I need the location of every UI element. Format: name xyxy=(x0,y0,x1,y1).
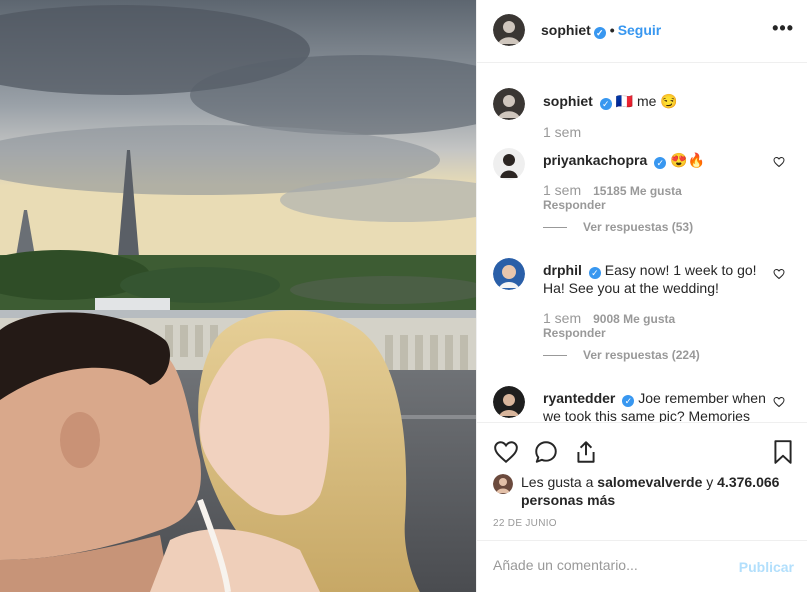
commenter-username[interactable]: priyankachopra xyxy=(543,152,647,168)
like-comment-icon[interactable] xyxy=(773,396,785,408)
liker-avatar[interactable] xyxy=(493,474,513,494)
comment-bubble-icon[interactable] xyxy=(533,439,559,465)
verified-badge-icon: ✓ xyxy=(593,27,606,39)
caption: sophiet ✓ 🇫🇷 me 😏 1 sem xyxy=(493,88,793,148)
publish-button[interactable]: Publicar xyxy=(739,559,794,575)
add-comment-bar: Publicar xyxy=(477,540,807,592)
view-replies-button[interactable]: Ver respuestas (53) xyxy=(583,220,693,234)
author-username[interactable]: sophiet xyxy=(541,22,591,38)
separator-dot: • xyxy=(609,22,615,38)
comment-time[interactable]: 1 sem xyxy=(543,310,581,326)
replies-line xyxy=(543,355,567,357)
share-icon[interactable] xyxy=(573,439,599,465)
post-header: sophiet ✓ • Seguir ••• xyxy=(477,0,807,63)
caption-avatar[interactable] xyxy=(493,88,525,120)
comment-likes[interactable]: 15185 Me gusta xyxy=(593,184,682,198)
comment-input[interactable] xyxy=(493,557,723,573)
post-photo-image xyxy=(0,0,476,592)
post-date[interactable]: 22 DE JUNIO xyxy=(493,518,557,529)
post-modal: sophiet ✓ • Seguir ••• sophiet ✓ 🇫🇷 me 😏 1 s… xyxy=(0,0,807,592)
verified-badge-icon: ✓ xyxy=(622,395,635,407)
bookmark-save-icon[interactable] xyxy=(770,439,796,465)
comment-item: drphil ✓ Easy now! 1 week to go! Ha! See … xyxy=(493,258,793,368)
comment-text: 😍🔥 xyxy=(670,152,706,168)
comments-list[interactable]: sophiet ✓ 🇫🇷 me 😏 1 sem priyankachopra ✓ 😍… xyxy=(477,64,807,422)
commenter-username[interactable]: ryantedder xyxy=(543,390,615,406)
replies-line xyxy=(543,227,567,229)
commenter-avatar[interactable] xyxy=(493,386,525,418)
reply-button[interactable]: Responder xyxy=(543,326,606,340)
like-comment-icon[interactable] xyxy=(773,268,785,280)
follow-button[interactable]: Seguir xyxy=(618,22,662,38)
verified-badge-icon: ✓ xyxy=(588,267,601,279)
post-actions: Les gusta a salomevalverde y 4.376.066 p… xyxy=(477,422,807,540)
verified-badge-icon: ✓ xyxy=(654,157,667,169)
first-liker-username[interactable]: salomevalverde xyxy=(597,474,702,490)
commenter-avatar[interactable] xyxy=(493,148,525,180)
likes-prefix: Les gusta a xyxy=(521,474,594,490)
like-comment-icon[interactable] xyxy=(773,156,785,168)
comment-item: priyankachopra ✓ 😍🔥 1 sem 15185 Me gusta R… xyxy=(493,148,793,238)
caption-text: 🇫🇷 me 😏 xyxy=(615,93,678,109)
comment-time[interactable]: 1 sem xyxy=(543,182,581,198)
post-photo[interactable] xyxy=(0,0,476,592)
verified-badge-icon: ✓ xyxy=(599,98,612,110)
author-avatar[interactable] xyxy=(493,14,525,46)
more-options-icon[interactable]: ••• xyxy=(772,18,794,39)
post-details-panel: sophiet ✓ • Seguir ••• sophiet ✓ 🇫🇷 me 😏 1 s… xyxy=(476,0,807,592)
caption-time[interactable]: 1 sem xyxy=(543,124,581,140)
commenter-avatar[interactable] xyxy=(493,258,525,290)
caption-username[interactable]: sophiet xyxy=(543,93,593,109)
reply-button[interactable]: Responder xyxy=(543,198,606,212)
view-replies-button[interactable]: Ver respuestas (224) xyxy=(583,348,700,362)
likes-joiner: y xyxy=(706,474,714,490)
like-heart-icon[interactable] xyxy=(493,439,519,465)
comment-item: ryantedder ✓ Joe remember when we took th… xyxy=(493,386,793,422)
commenter-username[interactable]: drphil xyxy=(543,262,582,278)
comment-likes[interactable]: 9008 Me gusta xyxy=(593,312,675,326)
